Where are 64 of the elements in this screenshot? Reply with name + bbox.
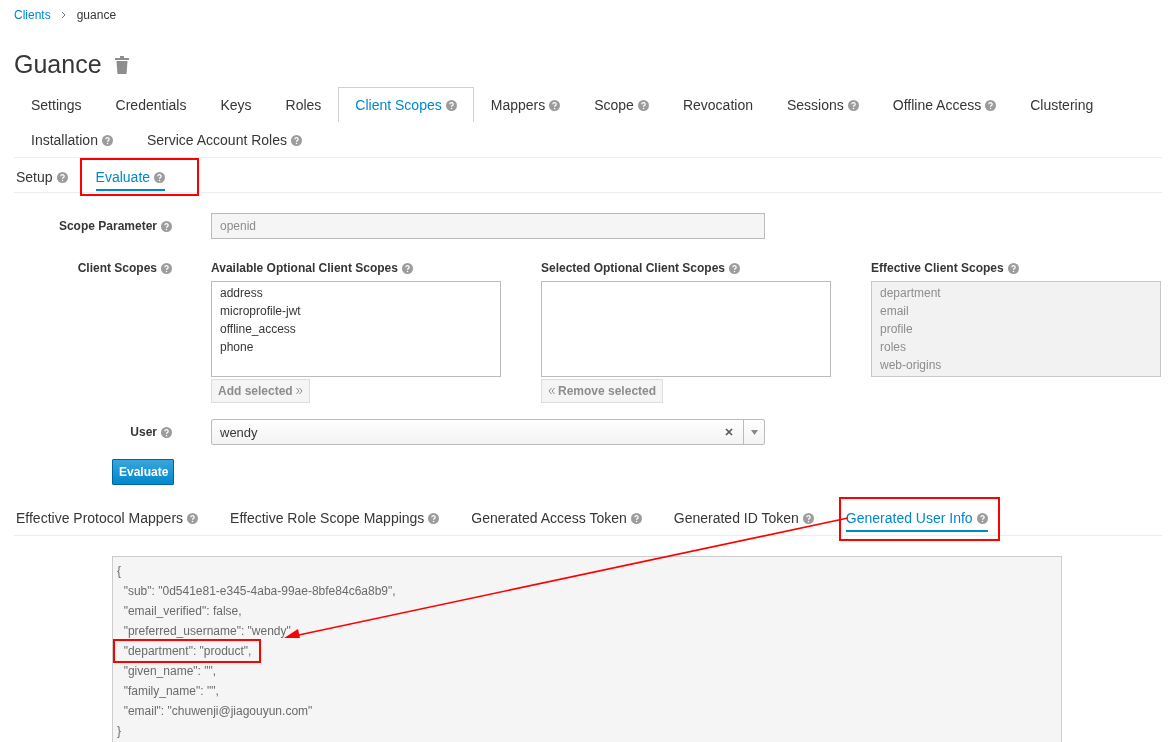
- list-option[interactable]: microprofile-jwt: [220, 302, 492, 320]
- help-icon: [154, 171, 166, 183]
- page-title: Guance: [14, 50, 102, 79]
- field-label: Client Scopes: [77, 261, 157, 275]
- code-line: "email": "chuwenji@jiagouyun.com": [122, 703, 313, 720]
- result-tab[interactable]: Generated ID Token: [673, 504, 814, 532]
- user-select[interactable]: wendy: [211, 419, 765, 445]
- field-label: Scope Parameter: [58, 219, 157, 233]
- code-line: "family_name": "",: [122, 683, 219, 700]
- help-icon: [161, 220, 172, 232]
- list-option: department: [880, 284, 1152, 302]
- list-title: Selected Optional Client Scopes: [541, 261, 726, 275]
- code-line: "preferred_username": "wendy",: [122, 623, 295, 640]
- code-line: }: [117, 723, 121, 740]
- list-option[interactable]: phone: [220, 338, 492, 356]
- code-line: "department": "product",: [122, 643, 252, 660]
- help-icon: [802, 512, 814, 524]
- sub-tab[interactable]: Evaluate: [95, 163, 166, 191]
- field-label: User: [130, 425, 157, 439]
- chevron-icon: [60, 11, 67, 19]
- double-chevron-right-icon: [295, 387, 303, 395]
- help-icon: [729, 262, 741, 274]
- help-icon: [161, 426, 172, 438]
- double-chevron-left-icon: [548, 387, 555, 395]
- help-icon: [187, 512, 199, 524]
- help-icon: [401, 262, 413, 274]
- help-icon: [161, 262, 172, 274]
- list-option: roles: [880, 338, 1152, 356]
- result-tab[interactable]: Effective Protocol Mappers: [16, 504, 199, 532]
- help-icon: [630, 512, 642, 524]
- caret-icon[interactable]: [750, 429, 758, 435]
- result-tab[interactable]: Generated Access Token: [471, 504, 642, 532]
- tab[interactable]: Client Scopes: [338, 87, 474, 122]
- list-option: profile: [880, 320, 1152, 338]
- help-icon: [56, 171, 68, 183]
- breadcrumb-link[interactable]: Clients: [14, 8, 51, 22]
- help-icon: [549, 99, 561, 111]
- help-icon: [985, 99, 997, 111]
- scope-listbox[interactable]: address microprofile-jwt offline_access phone: [211, 281, 501, 377]
- list-option: web-origins: [880, 356, 1152, 374]
- breadcrumb-current: guance: [76, 8, 117, 22]
- code-line: {: [117, 563, 121, 580]
- help-icon: [1007, 262, 1019, 274]
- list-option: email: [880, 302, 1152, 320]
- result-tab[interactable]: Generated User Info: [845, 504, 988, 532]
- clear-icon[interactable]: [725, 428, 733, 436]
- list-title: Effective Client Scopes: [871, 261, 1004, 275]
- list-option[interactable]: offline_access: [220, 320, 492, 338]
- help-icon: [637, 99, 649, 111]
- help-icon: [291, 134, 302, 146]
- code-line: "given_name": "",: [122, 663, 217, 680]
- list-title: Available Optional Client Scopes: [211, 261, 398, 275]
- scope-listbox[interactable]: [541, 281, 831, 377]
- help-icon: [428, 512, 440, 524]
- trash-icon[interactable]: [113, 55, 130, 74]
- help-icon: [976, 512, 988, 524]
- help-icon: [847, 99, 859, 111]
- code-line: "email_verified": false,: [122, 603, 242, 620]
- help-icon: [445, 99, 457, 111]
- help-icon: [101, 134, 113, 146]
- sub-tab[interactable]: Setup: [16, 163, 68, 191]
- list-option[interactable]: address: [220, 284, 492, 302]
- result-tab[interactable]: Effective Role Scope Mappings: [230, 504, 440, 532]
- code-line: "sub": "0d541e81-e345-4aba-99ae-8bfe84c6a8b9",: [122, 583, 396, 600]
